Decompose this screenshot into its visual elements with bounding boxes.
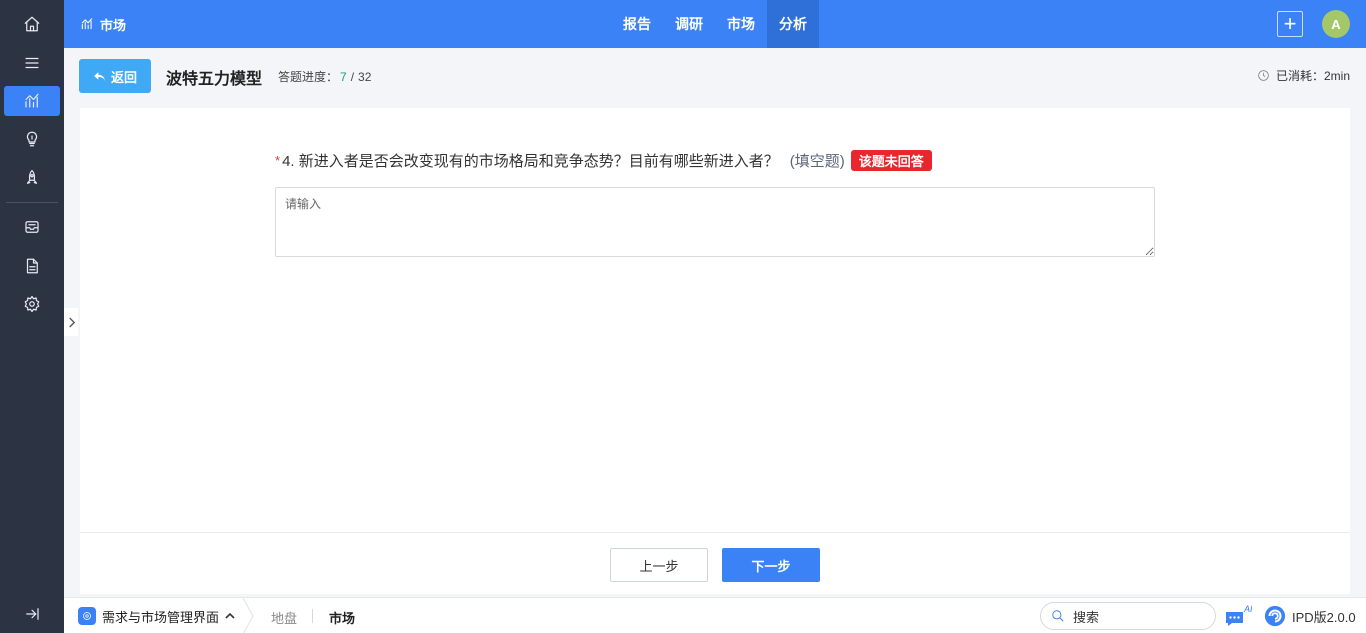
rocket-icon[interactable] bbox=[4, 163, 60, 193]
question-panel: * 4. 新进入者是否会改变现有的市场格局和竞争态势？目前有哪些新进入者？ (填… bbox=[80, 108, 1350, 594]
brand[interactable]: 市场 bbox=[80, 0, 126, 48]
chart-icon bbox=[81, 18, 93, 30]
breadcrumb-item-market[interactable]: 市场 bbox=[329, 608, 355, 627]
required-mark: * bbox=[275, 153, 281, 168]
elapsed-value: 2min bbox=[1323, 69, 1350, 83]
avatar[interactable]: A bbox=[1322, 10, 1350, 38]
answer-textarea[interactable] bbox=[275, 187, 1155, 257]
brand-label: 市场 bbox=[100, 17, 127, 33]
page-title: 波特五力模型 bbox=[166, 71, 263, 88]
settings-icon[interactable] bbox=[4, 289, 60, 319]
bottom-bar: 需求与市场管理界面 地盘 市场 搜索 AI IPD版2.0.0 bbox=[64, 597, 1366, 633]
lightbulb-icon[interactable] bbox=[4, 124, 60, 154]
ai-chat-icon[interactable]: AI bbox=[1224, 604, 1253, 628]
collapse-icon[interactable] bbox=[4, 599, 60, 629]
left-rail bbox=[0, 0, 64, 633]
module-icon bbox=[78, 607, 96, 625]
unanswered-badge: 该题未回答 bbox=[850, 150, 932, 171]
top-header: 市场 报告 调研 市场 分析 + A bbox=[64, 0, 1366, 48]
menu-icon[interactable] bbox=[4, 48, 60, 78]
search-icon bbox=[1052, 610, 1064, 622]
home-icon[interactable] bbox=[4, 9, 60, 39]
elapsed-label: 已消耗： bbox=[1275, 69, 1324, 83]
tab-report[interactable]: 报告 bbox=[611, 0, 663, 48]
progress-current: 7 bbox=[340, 70, 347, 84]
breadcrumb-separator bbox=[242, 597, 254, 633]
rail-divider bbox=[6, 202, 58, 203]
elapsed-time: 已消耗：2min bbox=[1257, 67, 1350, 84]
question-type: (填空题) bbox=[789, 153, 845, 170]
module-label: 需求与市场管理界面 bbox=[102, 609, 220, 625]
answer-progress: 答题进度： 7/32 bbox=[278, 68, 371, 85]
ipd-logo-icon bbox=[1264, 605, 1286, 627]
prev-step-button[interactable]: 上一步 bbox=[610, 548, 708, 582]
progress-label: 答题进度： bbox=[278, 70, 339, 84]
breadcrumb-item-site[interactable]: 地盘 bbox=[271, 608, 297, 627]
tab-market[interactable]: 市场 bbox=[715, 0, 767, 48]
add-button[interactable]: + bbox=[1277, 11, 1303, 37]
back-button-label: 返回 bbox=[110, 69, 137, 85]
sub-bar: 返回 波特五力模型 答题进度： 7/32 已消耗：2min bbox=[64, 48, 1366, 104]
expand-panel-toggle[interactable] bbox=[64, 308, 78, 336]
back-arrow-icon bbox=[94, 71, 105, 81]
chart-icon[interactable] bbox=[4, 86, 60, 116]
progress-total: 32 bbox=[358, 70, 372, 84]
module-switcher[interactable]: 需求与市场管理界面 bbox=[78, 598, 235, 633]
version-label: IPD版2.0.0 bbox=[1292, 609, 1356, 625]
search-label: 搜索 bbox=[1073, 609, 1100, 625]
document-icon[interactable] bbox=[4, 251, 60, 281]
question-text: 4. 新进入者是否会改变现有的市场格局和竞争态势？目前有哪些新进入者？ bbox=[282, 153, 779, 170]
ai-label: AI bbox=[1243, 604, 1252, 614]
footer-divider bbox=[80, 532, 1350, 533]
search-box[interactable]: 搜索 bbox=[1040, 602, 1216, 630]
next-step-button[interactable]: 下一步 bbox=[722, 548, 820, 582]
tab-analysis[interactable]: 分析 bbox=[767, 0, 819, 48]
breadcrumb-divider bbox=[312, 609, 313, 623]
chevron-up-icon bbox=[225, 609, 235, 624]
clock-icon bbox=[1258, 70, 1269, 81]
header-tabs: 报告 调研 市场 分析 bbox=[611, 0, 819, 48]
chevron-right-icon bbox=[68, 317, 75, 327]
question-title: * 4. 新进入者是否会改变现有的市场格局和竞争态势？目前有哪些新进入者？ (填… bbox=[275, 150, 932, 171]
progress-separator: / bbox=[350, 70, 355, 84]
inbox-icon[interactable] bbox=[4, 212, 60, 242]
back-button[interactable]: 返回 bbox=[79, 59, 151, 93]
tab-research[interactable]: 调研 bbox=[663, 0, 715, 48]
version-info: IPD版2.0.0 bbox=[1264, 598, 1356, 633]
